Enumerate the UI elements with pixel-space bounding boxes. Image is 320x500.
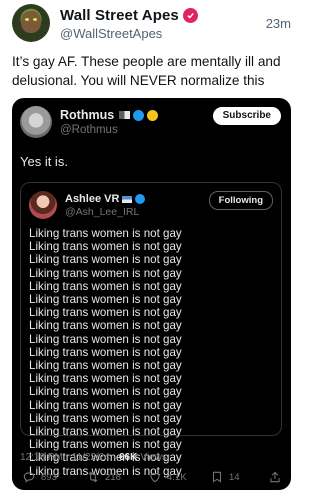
text-line: Liking trans women is not gay xyxy=(29,398,182,412)
text-line: Liking trans women is not gay xyxy=(29,240,182,254)
share-icon xyxy=(270,471,280,483)
quoted-author-name[interactable]: Rothmus xyxy=(60,108,114,122)
avatar-face xyxy=(21,11,41,33)
text-line: Liking trans women is not gay xyxy=(29,385,182,399)
embedded-name-row: Ashlee VR xyxy=(65,193,146,205)
embedded-author-handle[interactable]: @Ash_Lee_IRL xyxy=(65,206,139,218)
text-line: Liking trans women is not gay xyxy=(29,372,182,386)
embedded-post-card[interactable]: Ashlee VR @Ash_Lee_IRL Following Liking … xyxy=(20,182,282,478)
subscribe-button[interactable]: Subscribe xyxy=(212,107,281,125)
views-label: Views xyxy=(140,452,167,463)
text-line: Liking trans women is not gay xyxy=(29,306,182,320)
like-button[interactable]: 4.1K xyxy=(148,470,187,484)
outer-post-header: Wall Street Apes @WallStreetApes 23m xyxy=(12,4,291,44)
text-line: Liking trans women is not gay xyxy=(29,253,182,267)
avatar[interactable] xyxy=(12,4,50,42)
post-time[interactable]: 23m xyxy=(266,16,291,31)
author-handle[interactable]: @WallStreetApes xyxy=(60,26,162,41)
embedded-post-text: Liking trans women is not gay Liking tra… xyxy=(29,227,269,478)
quoted-author-handle[interactable]: @Rothmus xyxy=(60,124,118,136)
views-count: 66K xyxy=(118,452,138,463)
like-icon xyxy=(150,473,160,483)
flag-icon xyxy=(122,195,133,203)
repost-button[interactable]: 218 xyxy=(86,470,121,484)
text-line: Liking trans women is not gay xyxy=(29,332,182,346)
bookmark-icon xyxy=(212,471,222,483)
reply-button[interactable]: 893 xyxy=(22,470,57,484)
like-count: 4.1K xyxy=(167,471,187,483)
gold-badge-icon xyxy=(147,109,159,121)
avatar-eye-left xyxy=(25,18,29,21)
reply-count: 893 xyxy=(41,471,57,483)
text-line: Liking trans women is not gay xyxy=(29,359,182,373)
text-line: Liking trans women is not gay xyxy=(29,279,182,293)
text-line: Liking trans women is not gay xyxy=(29,438,182,452)
text-line: Liking trans women is not gay xyxy=(29,266,182,280)
post-meta: 12:18 PM · 11/22/24 · 66K Views xyxy=(20,452,167,463)
text-line: Liking trans women is not gay xyxy=(29,319,182,333)
blue-check-icon xyxy=(133,109,145,121)
repost-icon xyxy=(88,471,98,483)
flag-icon xyxy=(119,111,131,119)
text-line: Liking trans women is not gay xyxy=(29,411,182,425)
share-button[interactable] xyxy=(268,470,282,484)
text-line: Liking trans women is not gay xyxy=(29,293,182,307)
action-bar: 893 218 4.1K 14 xyxy=(12,470,291,486)
following-button[interactable]: Following xyxy=(208,191,273,210)
quoted-post-card[interactable]: Rothmus @Rothmus Subscribe Yes it is. As… xyxy=(12,98,291,490)
outer-name-row: Wall Street Apes xyxy=(60,7,198,24)
repost-count: 218 xyxy=(105,471,121,483)
avatar-eye-right xyxy=(33,18,37,21)
post-timestamp[interactable]: 12:18 PM · 11/22/24 · xyxy=(20,452,116,463)
post-text: It’s gay AF. These people are mentally i… xyxy=(12,54,281,88)
author-name[interactable]: Wall Street Apes xyxy=(60,7,179,24)
embedded-author-name[interactable]: Ashlee VR xyxy=(65,193,119,205)
quoted-name-row: Rothmus xyxy=(60,108,159,122)
bookmark-button[interactable]: 14 xyxy=(210,470,240,484)
bookmark-count: 14 xyxy=(229,471,240,483)
embedded-avatar[interactable] xyxy=(29,191,57,219)
reply-icon xyxy=(23,472,35,483)
text-line: Liking trans women is not gay xyxy=(29,425,182,439)
blue-check-icon xyxy=(135,194,146,204)
text-line: Liking trans women is not gay xyxy=(29,345,182,359)
quoted-avatar[interactable] xyxy=(20,106,52,138)
verified-badge-icon xyxy=(182,8,198,23)
text-line: Liking trans women is not gay xyxy=(29,227,182,240)
quoted-post-text: Yes it is. xyxy=(20,154,68,169)
